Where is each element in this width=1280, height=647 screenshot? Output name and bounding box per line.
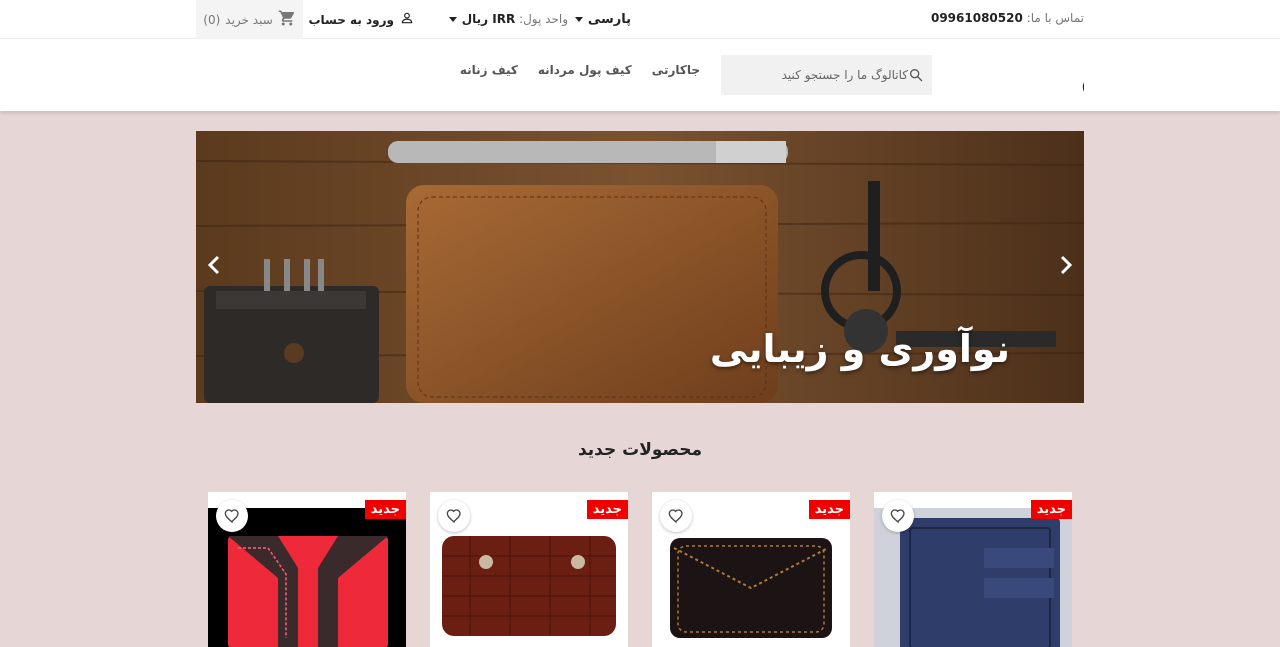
product-card[interactable]: جدید bbox=[430, 492, 628, 647]
contact-info: تماس با ما: 09961080520 bbox=[931, 11, 1084, 25]
search-input[interactable] bbox=[738, 68, 908, 82]
login-label: ورود به حساب bbox=[308, 12, 394, 27]
product-list: جدید جدید جدید جدید bbox=[0, 492, 1280, 647]
heart-icon bbox=[446, 509, 461, 524]
nav-item-card-holder[interactable]: جاکارتی bbox=[652, 63, 700, 77]
chevron-down-icon bbox=[448, 17, 457, 22]
new-badge: جدید bbox=[364, 500, 406, 519]
cart-count: (0) bbox=[203, 12, 221, 27]
main-nav: جاکارتی کیف پول مردانه کیف زنانه bbox=[460, 63, 700, 77]
wishlist-button[interactable] bbox=[882, 500, 914, 532]
contact-label: تماس با ما: bbox=[1026, 11, 1084, 25]
user-icon bbox=[400, 11, 414, 28]
chevron-right-icon bbox=[1059, 255, 1073, 279]
search-box bbox=[721, 55, 932, 95]
cart-button[interactable]: سبد خرید (0) bbox=[196, 0, 303, 39]
heart-icon bbox=[668, 509, 683, 524]
chevron-left-icon bbox=[207, 255, 221, 279]
currency-label: واحد پول: bbox=[519, 12, 568, 26]
hero-slider: نوآوری و زیبایی bbox=[196, 131, 1084, 403]
nav-item-mens-wallet[interactable]: کیف پول مردانه bbox=[538, 63, 632, 77]
slider-prev-button[interactable] bbox=[202, 253, 226, 281]
contact-phone[interactable]: 09961080520 bbox=[931, 11, 1023, 25]
slide-caption: نوآوری و زیبایی bbox=[709, 327, 1010, 371]
currency-selector[interactable]: واحد پول: IRR ریال bbox=[448, 12, 568, 26]
svg-text:چرم درپوش: چرم درپوش bbox=[1082, 61, 1084, 94]
new-badge: جدید bbox=[808, 500, 850, 519]
slider-next-button[interactable] bbox=[1054, 253, 1078, 281]
new-badge: جدید bbox=[586, 500, 628, 519]
wishlist-button[interactable] bbox=[438, 500, 470, 532]
new-badge: جدید bbox=[1030, 500, 1072, 519]
currency-value: IRR ریال bbox=[461, 12, 516, 26]
wishlist-button[interactable] bbox=[660, 500, 692, 532]
product-card[interactable]: جدید bbox=[208, 492, 406, 647]
site-logo[interactable]: چرم درپوش bbox=[954, 55, 1248, 97]
new-products-title: محصولات جدید bbox=[577, 440, 703, 460]
cart-icon bbox=[278, 9, 296, 30]
cart-label: سبد خرید bbox=[225, 12, 273, 27]
language-selector[interactable]: پارسی bbox=[574, 12, 631, 27]
wishlist-button[interactable] bbox=[216, 500, 248, 532]
main-header: چرم درپوش جاکارتی کیف پول مردانه کیف زنا… bbox=[0, 39, 1280, 111]
top-bar: تماس با ما: 09961080520 پارسی واحد پول: … bbox=[0, 0, 1280, 39]
nav-item-womens-bag[interactable]: کیف زنانه bbox=[460, 63, 518, 77]
product-card[interactable]: جدید bbox=[652, 492, 850, 647]
search-icon[interactable] bbox=[908, 67, 924, 83]
chevron-down-icon bbox=[574, 17, 583, 22]
heart-icon bbox=[890, 509, 905, 524]
login-link[interactable]: ورود به حساب bbox=[308, 11, 414, 28]
language-label: پارسی bbox=[587, 12, 631, 27]
heart-icon bbox=[224, 509, 239, 524]
product-card[interactable]: جدید bbox=[874, 492, 1072, 647]
